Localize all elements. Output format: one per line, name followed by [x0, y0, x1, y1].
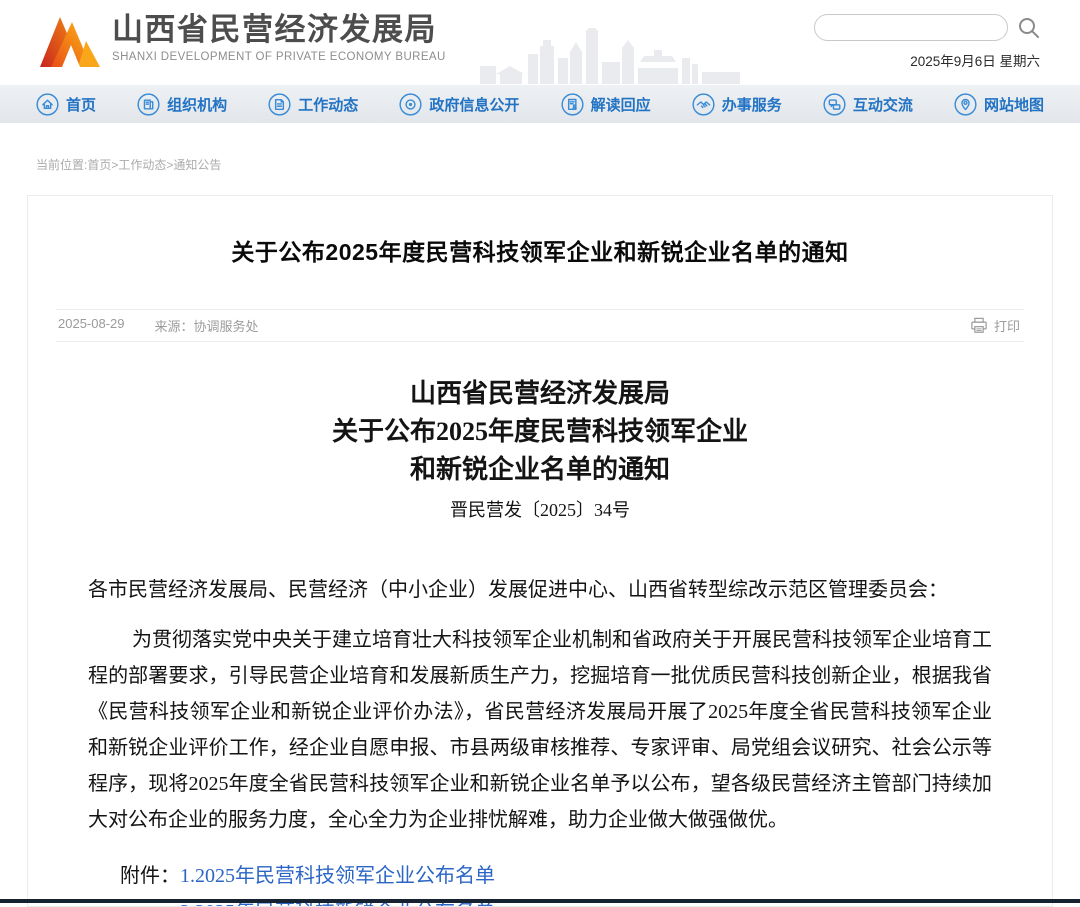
nav-item-interaction[interactable]: 互动交流 [823, 93, 913, 116]
nav-item-gov-info[interactable]: 政府信息公开 [399, 93, 519, 116]
breadcrumb-link-home[interactable]: 首页 [87, 158, 111, 172]
nav-item-sitemap[interactable]: 网站地图 [954, 93, 1044, 116]
nav-label: 办事服务 [722, 94, 782, 115]
document-heading: 山西省民营经济发展局 关于公布2025年度民营科技领军企业 和新锐企业名单的通知 [28, 375, 1052, 489]
nav-item-interpretation[interactable]: 解读回应 [561, 93, 651, 116]
search-input[interactable] [814, 14, 1008, 41]
organization-icon [137, 93, 160, 116]
search-button[interactable] [1016, 15, 1042, 41]
mountain-logo-icon[interactable] [38, 10, 102, 75]
site-brand: 山西省民营经济发展局 SHANXI DEVELOPMENT OF PRIVATE… [112, 13, 446, 63]
document-heading-line: 关于公布2025年度民营科技领军企业 [28, 413, 1052, 451]
print-label: 打印 [994, 316, 1020, 335]
nav-label: 工作动态 [298, 94, 358, 115]
nav-item-services[interactable]: 办事服务 [692, 93, 782, 116]
nav-label: 解读回应 [591, 94, 651, 115]
document-heading-line: 和新锐企业名单的通知 [28, 451, 1052, 489]
site-header: 山西省民营经济发展局 SHANXI DEVELOPMENT OF PRIVATE… [0, 0, 1080, 85]
home-icon [36, 93, 59, 116]
nav-label: 网站地图 [984, 94, 1044, 115]
handshake-service-icon [692, 93, 715, 116]
article-card: 关于公布2025年度民营科技领军企业和新锐企业名单的通知 2025-08-29 … [27, 195, 1053, 907]
print-button[interactable]: 打印 [970, 316, 1024, 335]
document-number: 晋民营发〔2025〕34号 [28, 496, 1052, 522]
interpret-response-icon [561, 93, 584, 116]
chat-interaction-icon [823, 93, 846, 116]
nav-item-work-news[interactable]: 工作动态 [268, 93, 358, 116]
breadcrumb-link-notices[interactable]: 通知公告 [173, 158, 221, 172]
body-paragraph: 为贯彻落实党中央关于建立培育壮大科技领军企业机制和省政府关于开展民营科技领军企业… [88, 622, 992, 838]
nav-item-organization[interactable]: 组织机构 [137, 93, 227, 116]
site-subtitle: SHANXI DEVELOPMENT OF PRIVATE ECONOMY BU… [112, 51, 446, 63]
bottom-bar [0, 899, 1080, 903]
breadcrumb-prefix: 当前位置: [36, 158, 87, 172]
sitemap-pin-icon [954, 93, 977, 116]
eye-disclosure-icon [399, 93, 422, 116]
breadcrumb-link-work-news[interactable]: 工作动态 [118, 158, 166, 172]
nav-item-home[interactable]: 首页 [36, 93, 96, 116]
nav-label: 互动交流 [853, 94, 913, 115]
site-title: 山西省民营经济发展局 [112, 13, 446, 47]
article-meta-left: 2025-08-29 来源：协调服务处 [56, 316, 259, 335]
printer-icon [970, 317, 988, 334]
breadcrumb: 当前位置:首页>工作动态>通知公告 [36, 156, 1080, 173]
attachment-link-leading-enterprises[interactable]: 1.2025年民营科技领军企业公布名单 [180, 858, 495, 894]
main-nav: 首页 组织机构 工作动态 政府信息公开 解读回应 [0, 85, 1080, 123]
salutation-paragraph: 各市民营经济发展局、民营经济（中小企业）发展促进中心、山西省转型综改示范区管理委… [88, 572, 992, 608]
article-date: 2025-08-29 [58, 316, 125, 335]
nav-label: 政府信息公开 [429, 94, 519, 115]
article-source: 来源：协调服务处 [155, 316, 259, 335]
nav-label: 组织机构 [167, 94, 227, 115]
document-heading-line: 山西省民营经济发展局 [28, 375, 1052, 413]
search-icon [1016, 15, 1042, 41]
header-date: 2025年9月6日 星期六 [910, 50, 1040, 70]
article-meta-bar: 2025-08-29 来源：协调服务处 打印 [56, 309, 1024, 342]
news-document-icon [268, 93, 291, 116]
article-title: 关于公布2025年度民营科技领军企业和新锐企业名单的通知 [28, 233, 1052, 267]
header-searchbar [814, 14, 1042, 41]
nav-label: 首页 [66, 94, 96, 115]
document-content: 山西省民营经济发展局 关于公布2025年度民营科技领军企业 和新锐企业名单的通知… [28, 375, 1052, 907]
city-skyline-decoration [480, 28, 740, 89]
document-body: 各市民营经济发展局、民营经济（中小企业）发展促进中心、山西省转型综改示范区管理委… [88, 572, 992, 838]
